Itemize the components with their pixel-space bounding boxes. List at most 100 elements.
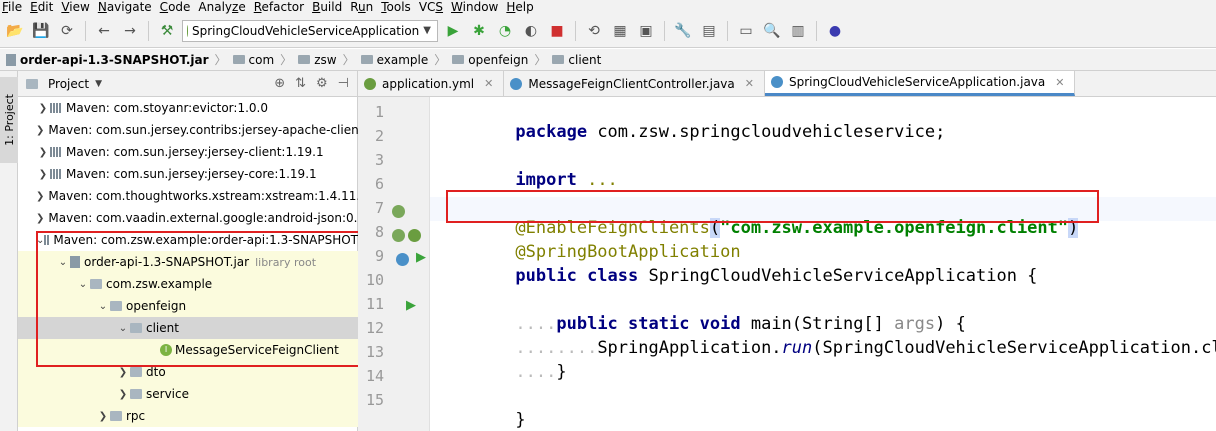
menu-item-build[interactable]: Build bbox=[310, 0, 348, 14]
menu-item-file[interactable]: File bbox=[0, 0, 28, 14]
chevron-right-icon[interactable]: ❯ bbox=[36, 103, 50, 114]
chevron-right-icon[interactable]: ❯ bbox=[36, 191, 44, 202]
sync-icon[interactable]: ⟳ bbox=[56, 20, 78, 42]
collapse-all-icon[interactable]: ⇅ bbox=[295, 76, 306, 91]
tree-item[interactable]: ❯ Maven: com.sun.jersey.contribs:jersey-… bbox=[18, 119, 358, 141]
tab-spring-cloud-vehicle-service-application[interactable]: SpringCloudVehicleServiceApplication.jav… bbox=[764, 71, 1076, 96]
chevron-right-icon[interactable]: ❯ bbox=[36, 147, 50, 158]
run-icon[interactable]: ▶ bbox=[442, 20, 464, 42]
tree-item[interactable]: ❯ Maven: com.stoyanr:evictor:1.0.0 bbox=[18, 97, 358, 119]
java-class-icon bbox=[510, 77, 523, 90]
menu-item-refactor[interactable]: Refactor bbox=[252, 0, 310, 14]
chevron-right-icon[interactable]: ❯ bbox=[36, 213, 44, 224]
menu-item-vcs[interactable]: VCS bbox=[417, 0, 449, 14]
line-number: 15 bbox=[365, 391, 384, 409]
main-toolbar: 📂 💾 ⟳ ← → ⚒ SpringCloudVehicleServiceApp… bbox=[0, 14, 1216, 48]
menu-item-view[interactable]: View bbox=[59, 0, 95, 14]
library-icon bbox=[50, 103, 62, 113]
plugin-icon[interactable]: ● bbox=[824, 20, 846, 42]
menu-item-window[interactable]: Window bbox=[449, 0, 504, 14]
menu-item-analyze[interactable]: Analyze bbox=[196, 0, 251, 14]
project-tool-tab[interactable]: 1: Project bbox=[0, 77, 18, 163]
close-icon[interactable]: ✕ bbox=[745, 77, 754, 90]
tree-item[interactable]: ❯ rpc bbox=[18, 405, 358, 427]
chevron-right-icon[interactable]: ❯ bbox=[36, 125, 44, 136]
breadcrumb-separator: 〉 bbox=[280, 53, 293, 67]
terminal-icon[interactable]: ▭ bbox=[735, 20, 757, 42]
menu-item-code[interactable]: Code bbox=[158, 0, 197, 14]
library-icon bbox=[50, 169, 62, 179]
tool-window-strip: 1: Project bbox=[0, 71, 18, 431]
breadcrumb-item-example[interactable]: example bbox=[360, 53, 428, 67]
tree-item[interactable]: ❯ Maven: com.thoughtworks.xstream:xstrea… bbox=[18, 185, 358, 207]
project-view-icon bbox=[26, 78, 38, 89]
run-configuration-select[interactable]: SpringCloudVehicleServiceApplication ▼ bbox=[182, 19, 438, 42]
code-line: ........SpringApplication.run(SpringClou… bbox=[515, 338, 1216, 358]
chevron-down-icon: ▼ bbox=[423, 25, 431, 36]
breadcrumb-separator: 〉 bbox=[214, 53, 227, 67]
spring-bean-gutter-icon[interactable] bbox=[392, 229, 405, 242]
coverage-icon[interactable]: ◔ bbox=[494, 20, 516, 42]
tree-item[interactable]: ❯ service bbox=[18, 383, 358, 405]
highlight-box-annotation bbox=[446, 190, 1099, 223]
breadcrumb-item-com[interactable]: com bbox=[232, 53, 274, 67]
profile-icon[interactable]: ◐ bbox=[520, 20, 542, 42]
feign-client-gutter-icon[interactable] bbox=[392, 205, 405, 218]
run-gutter-icon[interactable]: ▶ bbox=[406, 298, 416, 313]
toolbar-divider bbox=[816, 20, 817, 41]
menu-item-help[interactable]: Help bbox=[504, 0, 539, 14]
save-all-icon[interactable]: 💾 bbox=[30, 20, 52, 42]
project-panel-title[interactable]: Project bbox=[48, 77, 89, 91]
menu-item-navigate[interactable]: Navigate bbox=[96, 0, 158, 14]
toolbar-divider bbox=[575, 20, 576, 41]
gear-icon[interactable]: ⚙ bbox=[316, 76, 328, 91]
stop-icon[interactable]: ■ bbox=[546, 20, 568, 42]
breadcrumb-item-openfeign[interactable]: openfeign bbox=[452, 53, 528, 67]
search-icon[interactable]: 🔍 bbox=[761, 20, 783, 42]
breadcrumb-item-zsw[interactable]: zsw bbox=[298, 53, 337, 67]
chevron-down-icon[interactable]: ▼ bbox=[95, 79, 102, 89]
jar-icon bbox=[6, 53, 16, 66]
tab-message-feign-client-controller[interactable]: MessageFeignClientController.java ✕ bbox=[504, 71, 765, 96]
line-number: 11 bbox=[365, 295, 384, 313]
menu-item-run[interactable]: Run bbox=[348, 0, 379, 14]
project-structure-icon[interactable]: ▣ bbox=[635, 20, 657, 42]
toolbar-divider bbox=[727, 20, 728, 41]
debug-icon[interactable]: ✱ bbox=[468, 20, 490, 42]
tree-item[interactable]: ❯ Maven: com.sun.jersey:jersey-core:1.19… bbox=[18, 163, 358, 185]
breadcrumb-item-jar[interactable]: order-api-1.3-SNAPSHOT.jar bbox=[6, 53, 209, 67]
close-icon[interactable]: ✕ bbox=[1055, 76, 1064, 89]
tree-item[interactable]: ❯ Maven: com.vaadin.external.google:andr… bbox=[18, 207, 358, 229]
menu-item-edit[interactable]: Edit bbox=[28, 0, 59, 14]
tasks-icon[interactable]: ▥ bbox=[787, 20, 809, 42]
breadcrumb-item-client[interactable]: client bbox=[552, 53, 601, 67]
folder-icon bbox=[452, 55, 465, 64]
open-folder-icon[interactable]: 📂 bbox=[4, 20, 26, 42]
spring-boot-gutter-icon[interactable] bbox=[408, 229, 421, 242]
forward-arrow-icon[interactable]: → bbox=[119, 20, 141, 42]
update-icon[interactable]: ⟲ bbox=[583, 20, 605, 42]
chevron-right-icon[interactable]: ❯ bbox=[116, 367, 130, 378]
line-number: 9 bbox=[374, 247, 384, 265]
editor-tabs: application.yml ✕ MessageFeignClientCont… bbox=[358, 71, 1216, 97]
structure-icon[interactable]: ▦ bbox=[609, 20, 631, 42]
line-number: 13 bbox=[365, 343, 384, 361]
hide-panel-icon[interactable]: ⊣ bbox=[338, 76, 349, 91]
menu-item-tools[interactable]: Tools bbox=[379, 0, 417, 14]
run-gutter-icon[interactable]: ▶ bbox=[416, 250, 426, 265]
settings-wrench-icon[interactable]: 🔧 bbox=[672, 20, 694, 42]
code-area[interactable]: package com.zsw.springcloudvehicleservic… bbox=[430, 97, 1216, 431]
toolbar-divider bbox=[85, 20, 86, 41]
sdk-icon[interactable]: ▤ bbox=[698, 20, 720, 42]
scroll-from-source-icon[interactable]: ⊕ bbox=[274, 76, 285, 91]
chevron-right-icon[interactable]: ❯ bbox=[36, 169, 50, 180]
code-editor[interactable]: 1 2 3 6 7 8 9 10 11 12 13 14 15 ▶ ▶ pack… bbox=[358, 97, 1216, 431]
build-hammer-icon[interactable]: ⚒ bbox=[156, 20, 178, 42]
tab-application-yml[interactable]: application.yml ✕ bbox=[358, 71, 505, 96]
close-icon[interactable]: ✕ bbox=[484, 77, 493, 90]
chevron-right-icon[interactable]: ❯ bbox=[116, 389, 130, 400]
chevron-right-icon[interactable]: ❯ bbox=[96, 411, 110, 422]
spring-run-gutter-icon[interactable] bbox=[396, 253, 409, 266]
tree-item[interactable]: ❯ Maven: com.sun.jersey:jersey-client:1.… bbox=[18, 141, 358, 163]
back-arrow-icon[interactable]: ← bbox=[93, 20, 115, 42]
